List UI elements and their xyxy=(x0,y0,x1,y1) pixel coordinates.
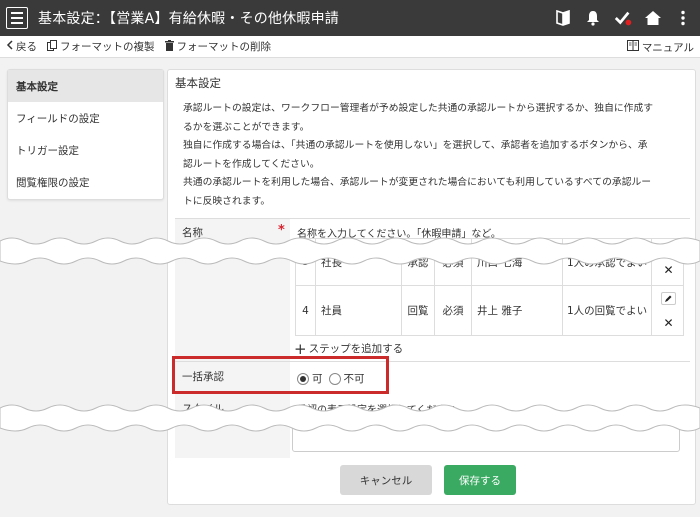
step-row: 4 社員 回覧 必須 井上 雅子 1人の回覧でよい ✕ xyxy=(295,286,684,336)
plus-icon: + xyxy=(294,339,307,358)
add-step-label: ステップを追加する xyxy=(308,343,404,355)
book-icon xyxy=(626,40,639,54)
menu-icon[interactable] xyxy=(6,7,28,29)
more-icon[interactable] xyxy=(674,9,692,27)
highlight-box xyxy=(172,356,389,394)
manual-label: マニュアル xyxy=(641,41,694,54)
chevron-left-icon xyxy=(6,40,13,53)
settings-sidebar: 基本設定 フィールドの設定 トリガー設定 閲覧権限の設定 xyxy=(7,69,164,200)
section-title: 基本設定 xyxy=(175,76,221,90)
description-line: 独自に作成する場合は、「共通の承認ルートを使用しない」を選択して、承認者を追加す… xyxy=(183,140,648,152)
step-role: 社員 xyxy=(316,286,402,335)
step-actions: ✕ xyxy=(652,286,685,335)
edit-step-icon[interactable] xyxy=(661,291,676,305)
step-person: 井上 雅子 xyxy=(472,286,563,335)
page-title: 基本設定：【営業A】有給休暇・その他休暇申請 xyxy=(38,11,339,27)
step-type: 回覧 xyxy=(402,286,435,335)
sidebar-item-triggers[interactable]: トリガー設定 xyxy=(8,134,163,166)
sidebar-item-permissions[interactable]: 閲覧権限の設定 xyxy=(8,166,163,198)
remove-step-icon[interactable]: ✕ xyxy=(663,316,673,330)
cancel-button[interactable]: キャンセル xyxy=(340,465,432,495)
step-rule: 1人の回覧でよい xyxy=(563,286,652,335)
description: 承認ルートの設定は、ワークフロー管理者が予め設定した共通の承認ルートから選択する… xyxy=(183,100,688,212)
save-button[interactable]: 保存する xyxy=(444,465,516,495)
torn-edge-bottom xyxy=(0,404,700,432)
description-line: 共通の承認ルートを利用した場合、承認ルートが変更された場合においても利用している… xyxy=(183,177,652,189)
toolbar: 戻る フォーマットの複製 フォーマットの削除 マニュアル xyxy=(0,36,700,58)
step-required: 必須 xyxy=(435,286,472,335)
delete-format-label: フォーマットの削除 xyxy=(176,41,272,53)
back-label: 戻る xyxy=(16,41,37,53)
sidebar-item-basic[interactable]: 基本設定 xyxy=(8,70,163,102)
app-header: 基本設定：【営業A】有給休暇・その他休暇申請 xyxy=(0,0,700,36)
add-step-button[interactable]: + ステップを追加する xyxy=(294,341,403,356)
description-line: るかを選ぶことができます。 xyxy=(183,121,310,133)
step-number: 4 xyxy=(296,286,316,335)
copy-format-label: フォーマットの複製 xyxy=(60,41,155,53)
copy-icon xyxy=(47,39,57,54)
bookmark-icon[interactable] xyxy=(554,9,572,27)
torn-edge-top xyxy=(0,237,700,265)
trash-icon xyxy=(164,39,174,54)
back-link[interactable]: 戻る xyxy=(6,39,37,54)
check-icon[interactable] xyxy=(614,9,632,27)
description-line: トに反映されます。 xyxy=(183,195,271,207)
manual-link[interactable]: マニュアル xyxy=(626,36,694,58)
description-line: 認ルートを作成してください。 xyxy=(183,158,320,170)
copy-format-link[interactable]: フォーマットの複製 xyxy=(47,39,155,54)
home-icon[interactable] xyxy=(644,9,662,27)
header-icons xyxy=(554,0,692,36)
bell-icon[interactable] xyxy=(584,9,602,27)
sidebar-item-fields[interactable]: フィールドの設定 xyxy=(8,102,163,134)
delete-format-link[interactable]: フォーマットの削除 xyxy=(164,39,272,54)
description-line: 承認ルートの設定は、ワークフロー管理者が予め設定した共通の承認ルートから選択する… xyxy=(183,103,654,114)
